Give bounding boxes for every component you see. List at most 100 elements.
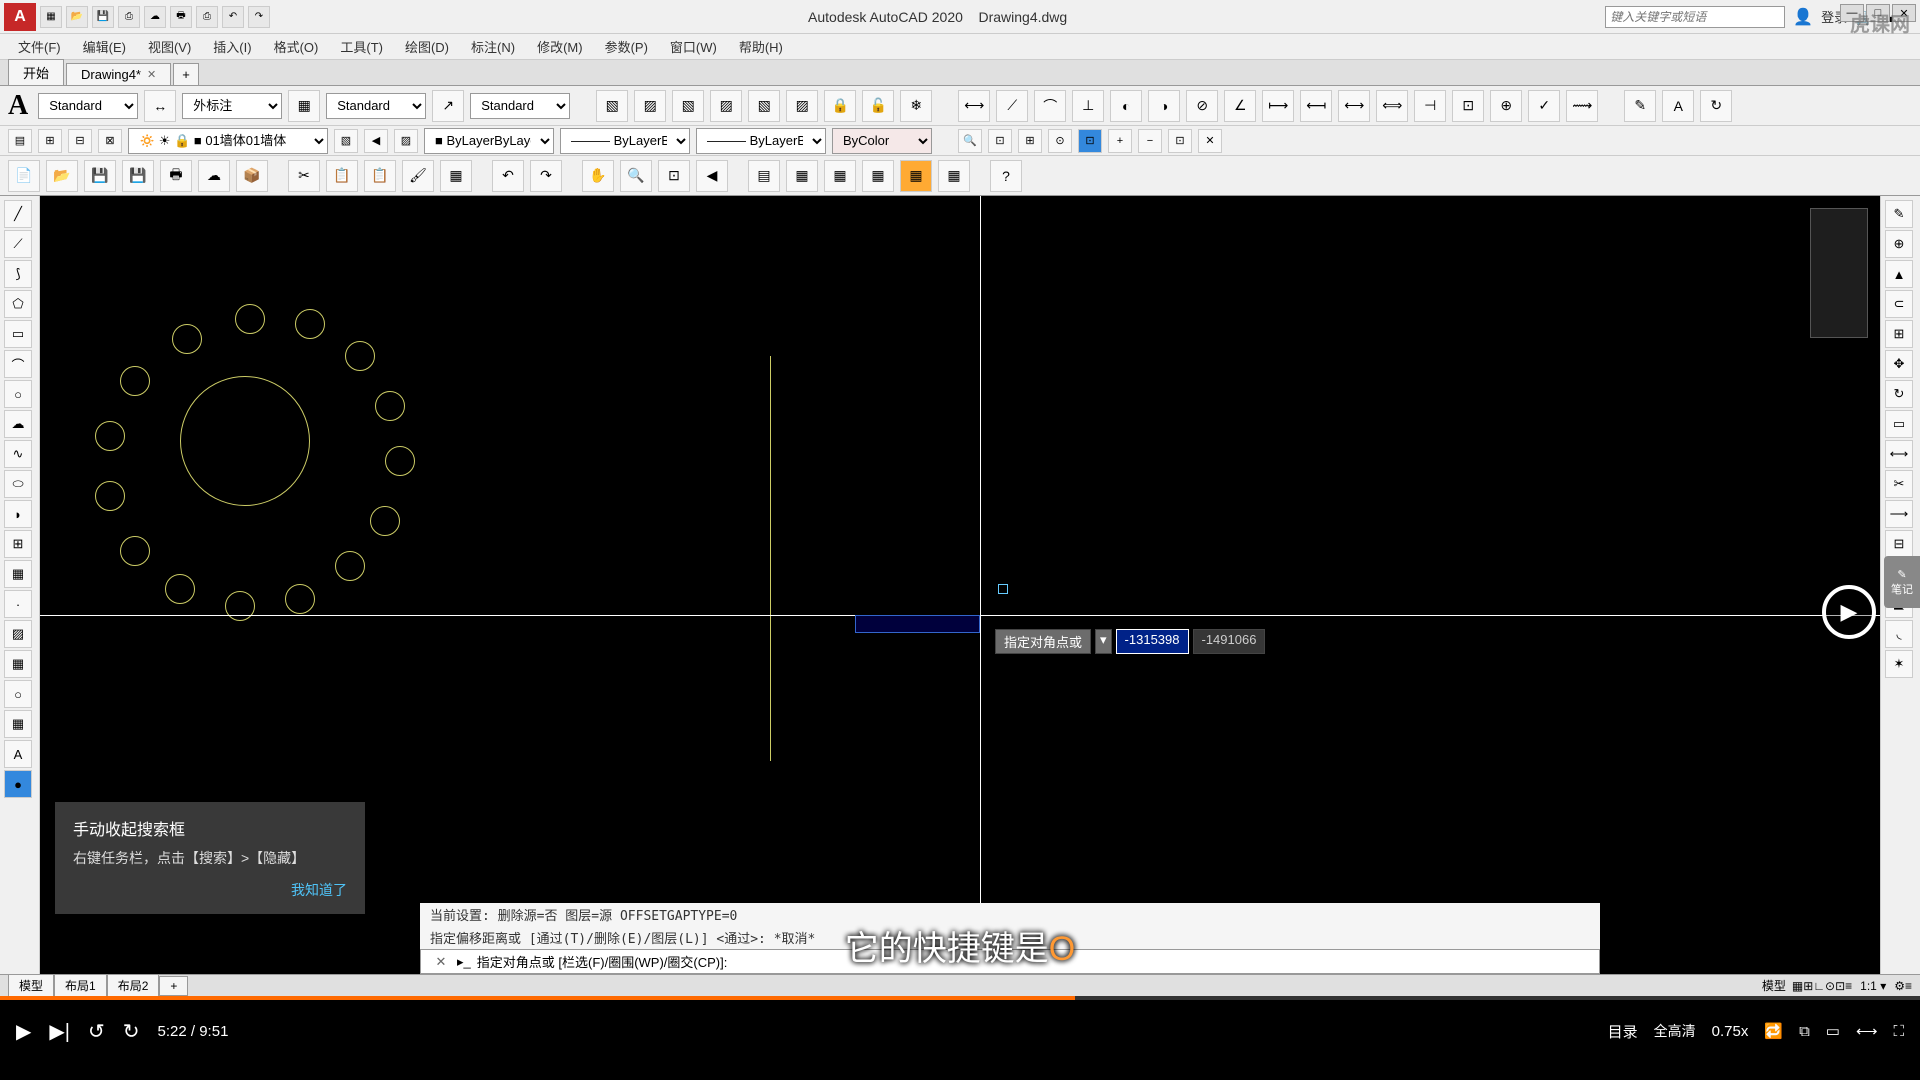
dim-edit-icon[interactable]: ✎	[1624, 90, 1656, 122]
text-style-select[interactable]: Standard	[38, 93, 138, 119]
layer-props-icon[interactable]: ▤	[8, 129, 32, 153]
menu-help[interactable]: 帮助(H)	[729, 35, 793, 58]
spline-icon[interactable]: ∿	[4, 440, 32, 468]
qat-redo-icon[interactable]: ↷	[248, 6, 270, 28]
qat-plot-icon[interactable]: 🖶	[170, 6, 192, 28]
app-logo[interactable]: A	[4, 3, 36, 31]
layer-tool3-icon[interactable]: ▧	[672, 90, 704, 122]
menu-insert[interactable]: 插入(I)	[203, 35, 261, 58]
qat-new-icon[interactable]: ▦	[40, 6, 62, 28]
catalog-link[interactable]: 目录	[1608, 1021, 1638, 1042]
polygon-icon[interactable]: ⬠	[4, 290, 32, 318]
dim-continue-icon[interactable]: ⟷	[1338, 90, 1370, 122]
model-tab[interactable]: 模型	[8, 974, 54, 997]
offset-icon[interactable]: ⊂	[1885, 290, 1913, 318]
copy-icon-p[interactable]: ⊕	[1885, 230, 1913, 258]
layer-lock-icon[interactable]: 🔒	[824, 90, 856, 122]
help-icon-tb[interactable]: ?	[990, 160, 1022, 192]
explode-icon[interactable]: ✶	[1885, 650, 1913, 678]
tab-plus[interactable]: +	[173, 63, 199, 85]
menu-tools[interactable]: 工具(T)	[330, 35, 393, 58]
zoom-prev-icon[interactable]: ◀	[696, 160, 728, 192]
mirror-icon[interactable]: ▲	[1885, 260, 1913, 288]
zoom-center-icon[interactable]: ⊙	[1048, 129, 1072, 153]
video-progress[interactable]	[0, 996, 1920, 1000]
status-snap-icon[interactable]: ⊞	[1803, 979, 1813, 993]
point-icon[interactable]: ·	[4, 590, 32, 618]
dim-arc-icon[interactable]: ⌒	[1034, 90, 1066, 122]
layer-freeze-icon[interactable]: ❄	[900, 90, 932, 122]
table-icon[interactable]: ▦	[288, 90, 320, 122]
dyn-dropdown-icon[interactable]: ▾	[1095, 629, 1112, 654]
stretch-icon[interactable]: ⟷	[1885, 440, 1913, 468]
break-icon[interactable]: ⊟	[1885, 530, 1913, 558]
status-polar-icon[interactable]: ⊙	[1825, 979, 1835, 993]
dim-aligned-icon[interactable]: ⟋	[996, 90, 1028, 122]
dyn-y-field[interactable]: -1491066	[1193, 629, 1266, 654]
mtext-icon[interactable]: A	[8, 90, 28, 122]
layer-copy-icon[interactable]: ▨	[394, 129, 418, 153]
mleader-style-select[interactable]: Standard	[470, 93, 570, 119]
next-button[interactable]: ▶|	[49, 1019, 70, 1044]
dimension-icon[interactable]: ↔	[144, 90, 176, 122]
zoom-rt-icon[interactable]: 🔍	[620, 160, 652, 192]
insert-icon[interactable]: ⊞	[4, 530, 32, 558]
wide-icon[interactable]: ⟷	[1856, 1022, 1878, 1040]
zoom-scale-icon[interactable]: ⊞	[1018, 129, 1042, 153]
trim-icon[interactable]: ✂	[1885, 470, 1913, 498]
dim-update-icon[interactable]: ↻	[1700, 90, 1732, 122]
array-icon[interactable]: ⊞	[1885, 320, 1913, 348]
saveas-icon2[interactable]: 💾	[122, 160, 154, 192]
plotstyle-select[interactable]: ——— ByLayerByLayer	[696, 128, 826, 154]
mtext-icon-p[interactable]: A	[4, 740, 32, 768]
person-icon[interactable]: 👤	[1793, 7, 1813, 27]
zoom-out-icon[interactable]: −	[1138, 129, 1162, 153]
drawing-canvas[interactable]: 指定对角点或 ▾ -1315398 -1491066 手动收起搜索框 右键任务栏…	[40, 196, 1880, 974]
zoom-extents-icon[interactable]: ✕	[1198, 129, 1222, 153]
menu-modify[interactable]: 修改(M)	[527, 35, 593, 58]
layer-tool-icon[interactable]: ▧	[596, 90, 628, 122]
dim-linear-icon[interactable]: ⟷	[958, 90, 990, 122]
menu-dim[interactable]: 标注(N)	[461, 35, 525, 58]
dc-icon[interactable]: ▦	[786, 160, 818, 192]
xline-icon[interactable]: ⟋	[4, 230, 32, 258]
zoom-win-icon[interactable]: ⊡	[658, 160, 690, 192]
layer-tool5-icon[interactable]: ▧	[748, 90, 780, 122]
rotate-icon[interactable]: ↻	[1885, 380, 1913, 408]
save-icon[interactable]: 💾	[84, 160, 116, 192]
tool-palette-icon[interactable]: ▦	[824, 160, 856, 192]
table-icon-p[interactable]: ▦	[4, 710, 32, 738]
paste-icon[interactable]: 📋	[364, 160, 396, 192]
zoom-dynamic-icon[interactable]: ⊡	[988, 129, 1012, 153]
bycolor-select[interactable]: ByColor	[832, 128, 932, 154]
qat-save-icon[interactable]: 💾	[92, 6, 114, 28]
quality-select[interactable]: 全高清	[1654, 1021, 1696, 1041]
block-icon[interactable]: ▦	[440, 160, 472, 192]
status-ortho-icon[interactable]: ∟	[1813, 979, 1825, 993]
inspect-icon[interactable]: ✓	[1528, 90, 1560, 122]
dyn-x-field[interactable]: -1315398	[1116, 629, 1189, 654]
dim-style-select[interactable]: 外标注	[182, 93, 282, 119]
scale-icon[interactable]: ▭	[1885, 410, 1913, 438]
region-icon[interactable]: ○	[4, 680, 32, 708]
center-mark-icon[interactable]: ⊕	[1490, 90, 1522, 122]
rectangle-icon[interactable]: ▭	[4, 320, 32, 348]
fullscreen-icon[interactable]: ⛶	[1893, 1023, 1904, 1040]
menu-format[interactable]: 格式(O)	[264, 35, 329, 58]
qat-print-icon[interactable]: ⎙	[196, 6, 218, 28]
menu-draw[interactable]: 绘图(D)	[395, 35, 459, 58]
mleader-icon[interactable]: ↗	[432, 90, 464, 122]
qat-saveas-icon[interactable]: ⎙	[118, 6, 140, 28]
markup-icon[interactable]: ▦	[900, 160, 932, 192]
tooltip-ok-link[interactable]: 我知道了	[73, 880, 347, 900]
cut-icon[interactable]: ✂	[288, 160, 320, 192]
status-model[interactable]: 模型	[1762, 977, 1786, 994]
ellipse-arc-icon[interactable]: ◗	[4, 500, 32, 528]
new-icon[interactable]: 📄	[8, 160, 40, 192]
rewind-icon[interactable]: ↺	[88, 1019, 105, 1044]
linetype-select[interactable]: ■ ByLayerByLayer	[424, 128, 554, 154]
hatch-icon[interactable]: ▨	[4, 620, 32, 648]
qat-undo-icon[interactable]: ↶	[222, 6, 244, 28]
layout-plus[interactable]: +	[159, 976, 188, 996]
revcloud-icon[interactable]: ☁	[4, 410, 32, 438]
